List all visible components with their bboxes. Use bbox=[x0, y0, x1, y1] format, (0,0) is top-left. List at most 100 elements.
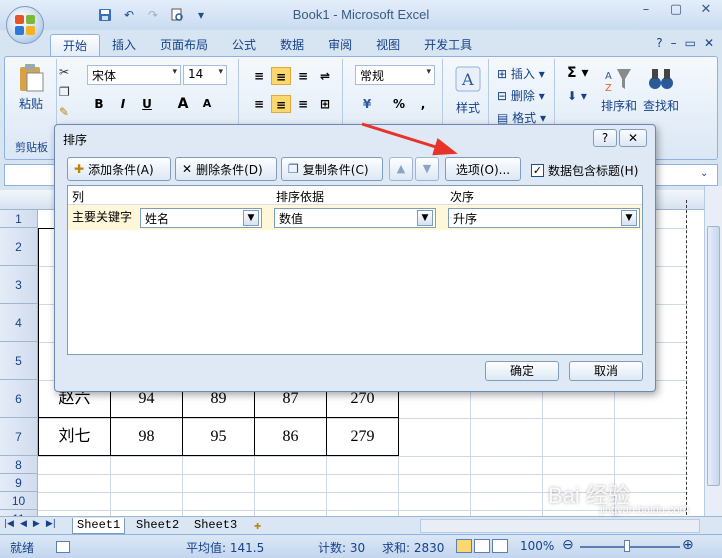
format-painter-icon[interactable]: ✎ bbox=[59, 105, 77, 119]
delete-level-button[interactable]: ✕ 删除条件(D) bbox=[175, 157, 277, 181]
cell-v2-row7[interactable]: 95 bbox=[183, 418, 255, 456]
cell-total-row7[interactable]: 279 bbox=[327, 418, 399, 456]
header-checkbox[interactable]: ✓ 数据包含标题(H) bbox=[531, 162, 638, 179]
zoom-slider[interactable] bbox=[580, 546, 680, 548]
row-header-9[interactable]: 9 bbox=[0, 474, 38, 492]
row-header-5[interactable]: 5 bbox=[0, 342, 38, 380]
tab-data[interactable]: 数据 bbox=[268, 34, 316, 56]
tab-home[interactable]: 开始 bbox=[50, 34, 101, 56]
zoom-slider-thumb[interactable] bbox=[624, 540, 630, 552]
delete-cells-button[interactable]: ⊟ 删除 ▾ bbox=[497, 87, 545, 104]
align-bottom-icon[interactable]: ≡ bbox=[293, 67, 313, 85]
styles-button[interactable]: A 样式 bbox=[449, 65, 487, 116]
tab-page-layout[interactable]: 页面布局 bbox=[148, 34, 220, 56]
fill-icon[interactable]: ⬇ ▾ bbox=[567, 89, 587, 103]
comma-button[interactable]: , bbox=[413, 95, 433, 113]
align-center-icon[interactable]: ≡ bbox=[271, 95, 291, 113]
move-up-button[interactable]: ▲ bbox=[389, 157, 413, 181]
cell-v1-row7[interactable]: 98 bbox=[111, 418, 183, 456]
ribbon-restore-icon[interactable]: ▭ bbox=[685, 36, 696, 50]
sheet-tab-2[interactable]: Sheet2 bbox=[132, 518, 183, 534]
tab-developer[interactable]: 开发工具 bbox=[412, 34, 484, 56]
ribbon-close-icon[interactable]: ✕ bbox=[704, 36, 714, 50]
dialog-close-button[interactable]: ✕ bbox=[619, 129, 647, 147]
find-select-button[interactable]: 查找和 bbox=[641, 65, 681, 114]
currency-icon[interactable]: ¥ bbox=[357, 95, 377, 113]
copy-icon[interactable]: ❐ bbox=[59, 85, 77, 99]
align-top-icon[interactable]: ≡ bbox=[249, 67, 269, 85]
insert-cells-button[interactable]: ⊞ 插入 ▾ bbox=[497, 65, 545, 82]
office-button[interactable] bbox=[6, 6, 44, 44]
expand-formula-bar-icon[interactable]: ⌄ bbox=[700, 168, 708, 179]
italic-button[interactable]: I bbox=[113, 95, 133, 113]
vertical-scroll-thumb[interactable] bbox=[707, 226, 720, 486]
align-right-icon[interactable]: ≡ bbox=[293, 95, 313, 113]
move-down-button[interactable]: ▼ bbox=[415, 157, 439, 181]
cell-name-row7[interactable]: 刘七 bbox=[38, 418, 111, 456]
number-format-select[interactable]: 常规 bbox=[355, 65, 435, 85]
page-layout-view-icon[interactable] bbox=[474, 539, 490, 553]
cancel-button[interactable]: 取消 bbox=[569, 361, 643, 381]
row-header-6[interactable]: 6 bbox=[0, 380, 38, 418]
copy-level-button[interactable]: ❐ 复制条件(C) bbox=[281, 157, 383, 181]
add-level-button[interactable]: ✚ 添加条件(A) bbox=[67, 157, 171, 181]
macro-record-icon[interactable] bbox=[56, 541, 70, 553]
ok-button[interactable]: 确定 bbox=[485, 361, 559, 381]
font-name-select[interactable]: 宋体 bbox=[87, 65, 181, 85]
dialog-help-button[interactable]: ? bbox=[593, 129, 617, 147]
maximize-button[interactable]: ▢ bbox=[664, 2, 688, 20]
chevron-down-icon[interactable]: ▼ bbox=[417, 210, 433, 226]
minimize-button[interactable]: – bbox=[634, 2, 658, 20]
vertical-scrollbar[interactable] bbox=[704, 186, 722, 516]
align-middle-icon[interactable]: ≡ bbox=[271, 67, 291, 85]
zoom-level[interactable]: 100% bbox=[520, 539, 554, 553]
ribbon-minimize-icon[interactable]: – bbox=[671, 36, 677, 50]
insert-sheet-icon[interactable]: ✚ bbox=[250, 518, 265, 534]
sort-on-select[interactable]: 数值 ▼ bbox=[274, 208, 436, 228]
row-header-7[interactable]: 7 bbox=[0, 418, 38, 456]
zoom-in-icon[interactable]: ⊕ bbox=[682, 537, 694, 553]
shrink-font-icon[interactable]: A bbox=[197, 95, 217, 113]
font-size-select[interactable]: 14 bbox=[183, 65, 227, 85]
next-sheet-icon[interactable]: ▶ bbox=[33, 519, 40, 529]
horizontal-scrollbar[interactable] bbox=[420, 519, 700, 533]
row-header-3[interactable]: 3 bbox=[0, 266, 38, 304]
header-checkbox-box[interactable]: ✓ bbox=[531, 164, 544, 177]
last-sheet-icon[interactable]: ▶| bbox=[46, 519, 56, 529]
row-header-1[interactable]: 1 bbox=[0, 210, 38, 228]
grow-font-icon[interactable]: A bbox=[173, 95, 193, 113]
row-header-2[interactable]: 2 bbox=[0, 228, 38, 266]
sheet-tab-1[interactable]: Sheet1 bbox=[72, 518, 126, 534]
row-header-8[interactable]: 8 bbox=[0, 456, 38, 474]
sort-order-select[interactable]: 升序 ▼ bbox=[448, 208, 640, 228]
autosum-icon[interactable]: Σ ▾ bbox=[567, 65, 588, 81]
sort-filter-button[interactable]: AZ 排序和 bbox=[599, 65, 639, 114]
chevron-down-icon[interactable]: ▼ bbox=[621, 210, 637, 226]
percent-button[interactable]: % bbox=[389, 95, 409, 113]
cell-v3-row7[interactable]: 86 bbox=[255, 418, 327, 456]
row-header-4[interactable]: 4 bbox=[0, 304, 38, 342]
row-header-10[interactable]: 10 bbox=[0, 492, 38, 510]
paste-button[interactable]: 粘贴 bbox=[11, 63, 51, 112]
chevron-down-icon[interactable]: ▼ bbox=[243, 210, 259, 226]
tab-review[interactable]: 审阅 bbox=[316, 34, 364, 56]
underline-button[interactable]: U bbox=[137, 95, 157, 113]
tab-insert[interactable]: 插入 bbox=[100, 34, 148, 56]
merge-center-icon[interactable]: ⊞ bbox=[315, 95, 335, 113]
sheet-tab-3[interactable]: Sheet3 bbox=[190, 518, 241, 534]
wrap-text-icon[interactable]: ⇌ bbox=[315, 67, 335, 85]
prev-sheet-icon[interactable]: ◀ bbox=[20, 519, 27, 529]
align-left-icon[interactable]: ≡ bbox=[249, 95, 269, 113]
tab-formulas[interactable]: 公式 bbox=[220, 34, 268, 56]
options-button[interactable]: 选项(O)... bbox=[445, 157, 521, 181]
zoom-out-icon[interactable]: ⊖ bbox=[562, 537, 574, 553]
page-break-view-icon[interactable] bbox=[492, 539, 508, 553]
bold-button[interactable]: B bbox=[89, 95, 109, 113]
close-window-button[interactable]: ✕ bbox=[694, 2, 718, 20]
sort-column-select[interactable]: 姓名 ▼ bbox=[140, 208, 262, 228]
cut-icon[interactable]: ✂ bbox=[59, 65, 77, 79]
first-sheet-icon[interactable]: |◀ bbox=[4, 519, 14, 529]
normal-view-icon[interactable] bbox=[456, 539, 472, 553]
help-icon[interactable]: ? bbox=[656, 36, 662, 50]
tab-view[interactable]: 视图 bbox=[364, 34, 412, 56]
